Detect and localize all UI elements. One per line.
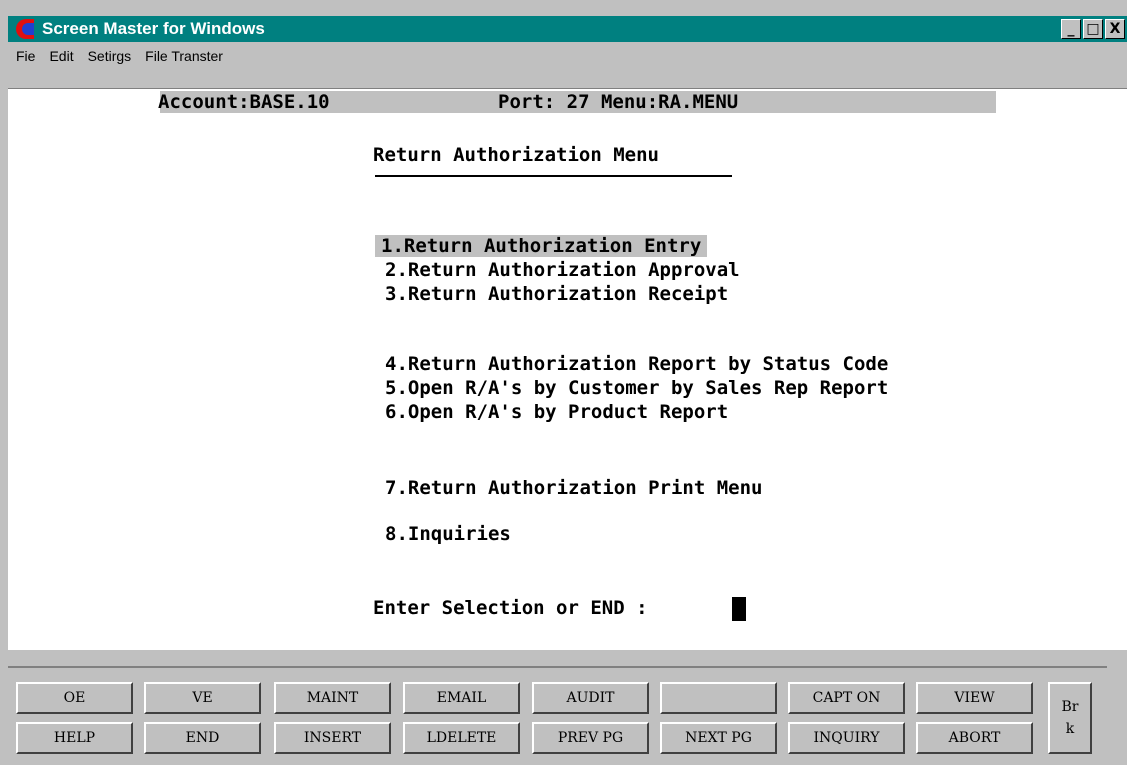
menu-option-3[interactable]: 3.Return Authorization Receipt bbox=[385, 283, 728, 305]
fkey-ldelete[interactable]: LDELETE bbox=[403, 722, 520, 754]
fkey-email[interactable]: EMAIL bbox=[403, 682, 520, 714]
window-title: Screen Master for Windows bbox=[42, 19, 265, 38]
fkey-view[interactable]: VIEW bbox=[916, 682, 1033, 714]
menu-option-4[interactable]: 4.Return Authorization Report by Status … bbox=[385, 353, 888, 375]
minimize-button[interactable]: _ bbox=[1061, 19, 1081, 39]
break-label-bottom: k bbox=[1065, 721, 1075, 737]
title-bar: Screen Master for Windows _ □ X bbox=[8, 16, 1127, 42]
app-window: Screen Master for Windows _ □ X Fie Edit… bbox=[0, 0, 1127, 765]
menu-file-transfer[interactable]: File Transter bbox=[145, 48, 223, 64]
break-label-top: Br bbox=[1061, 699, 1079, 715]
app-logo-icon[interactable] bbox=[14, 17, 36, 41]
fkey-prev-pg[interactable]: PREV PG bbox=[532, 722, 649, 754]
fkey-oe[interactable]: OE bbox=[16, 682, 133, 714]
port-menu-label: Port: 27 Menu:RA.MENU bbox=[498, 91, 739, 113]
menu-file[interactable]: Fie bbox=[16, 48, 35, 64]
terminal-screen[interactable]: Account:BASE.10 Port: 27 Menu:RA.MENU Re… bbox=[8, 88, 1127, 651]
fkey-capt-on[interactable]: CAPT ON bbox=[788, 682, 905, 714]
selection-prompt: Enter Selection or END : bbox=[373, 597, 659, 619]
menu-title: Return Authorization Menu bbox=[373, 144, 659, 166]
menu-option-7[interactable]: 7.Return Authorization Print Menu bbox=[385, 477, 763, 499]
window-controls: _ □ X bbox=[1061, 19, 1125, 39]
fkey-audit[interactable]: AUDIT bbox=[532, 682, 649, 714]
menu-option-2[interactable]: 2.Return Authorization Approval bbox=[385, 259, 740, 281]
screen-bottom-frame bbox=[8, 650, 1127, 666]
function-key-panel: OE VE MAINT EMAIL AUDIT CAPT ON VIEW HEL… bbox=[8, 666, 1107, 762]
menu-bar: Fie Edit Setirgs File Transter bbox=[8, 42, 1127, 70]
fkey-help[interactable]: HELP bbox=[16, 722, 133, 754]
close-button[interactable]: X bbox=[1105, 19, 1125, 39]
menu-option-5[interactable]: 5.Open R/A's by Customer by Sales Rep Re… bbox=[385, 377, 888, 399]
maximize-button[interactable]: □ bbox=[1083, 19, 1103, 39]
fkey-maint[interactable]: MAINT bbox=[274, 682, 391, 714]
fkey-blank[interactable] bbox=[660, 682, 777, 714]
fkey-abort[interactable]: ABORT bbox=[916, 722, 1033, 754]
menu-edit[interactable]: Edit bbox=[49, 48, 73, 64]
account-label: Account:BASE.10 bbox=[158, 91, 330, 113]
fkey-end[interactable]: END bbox=[144, 722, 261, 754]
menu-option-8[interactable]: 8.Inquiries bbox=[385, 523, 511, 545]
menu-settings[interactable]: Setirgs bbox=[88, 48, 132, 64]
text-cursor[interactable] bbox=[732, 597, 746, 621]
fkey-inquiry[interactable]: INQUIRY bbox=[788, 722, 905, 754]
fkey-next-pg[interactable]: NEXT PG bbox=[660, 722, 777, 754]
title-underline bbox=[375, 175, 732, 177]
fkey-insert[interactable]: INSERT bbox=[274, 722, 391, 754]
menu-option-1[interactable]: 1.Return Authorization Entry bbox=[375, 235, 708, 257]
fkey-break[interactable]: Br k bbox=[1048, 682, 1092, 754]
menu-option-6[interactable]: 6.Open R/A's by Product Report bbox=[385, 401, 728, 423]
fkey-ve[interactable]: VE bbox=[144, 682, 261, 714]
